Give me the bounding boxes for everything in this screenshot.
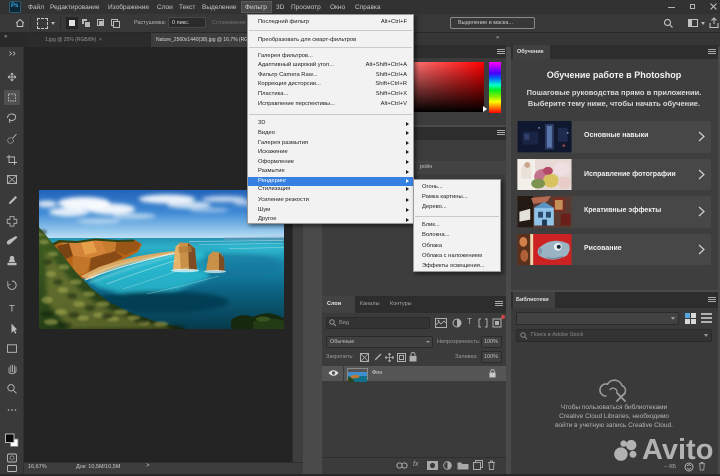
svg-text:Avito: Avito <box>642 434 713 466</box>
svg-text:T: T <box>9 304 15 315</box>
